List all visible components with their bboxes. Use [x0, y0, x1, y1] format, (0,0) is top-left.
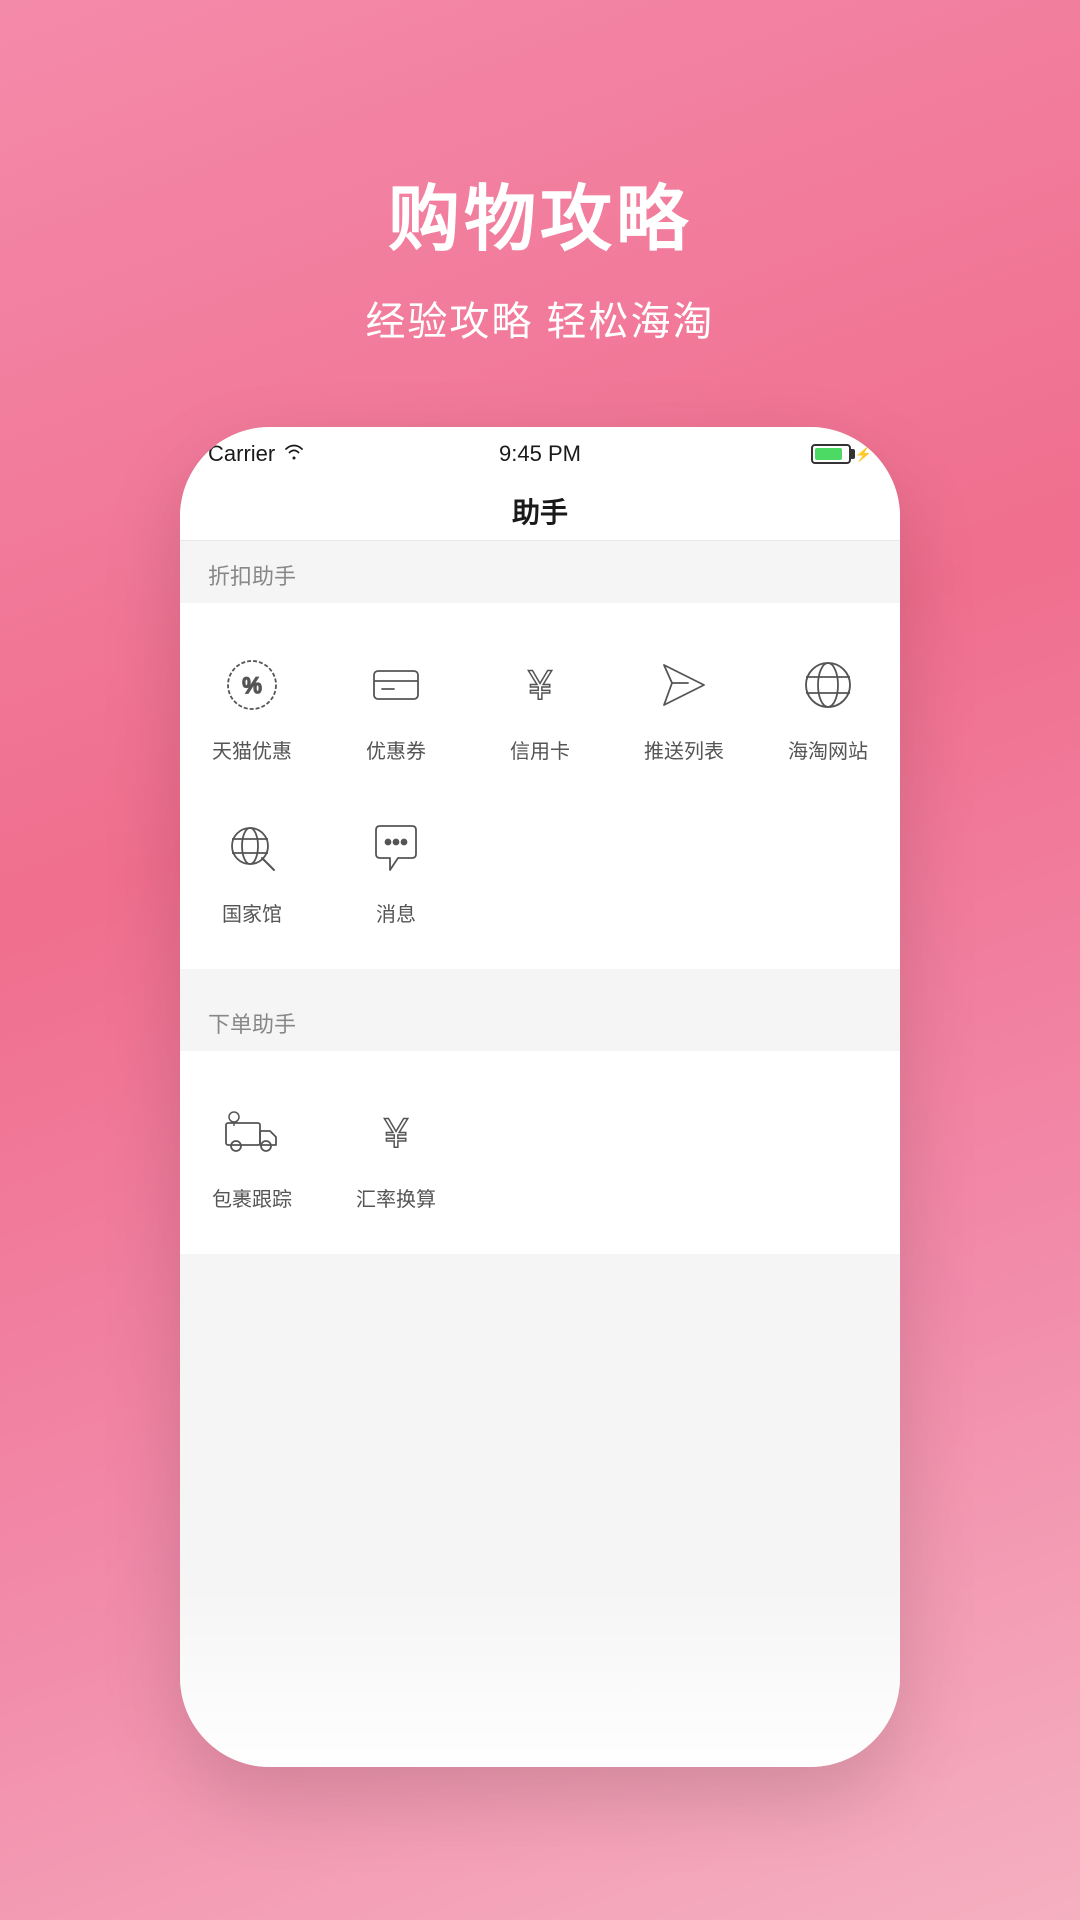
globe-icon: [792, 649, 864, 721]
push-label: 推送列表: [644, 735, 724, 764]
icon-item-exchange[interactable]: ¥ 汇率换算: [324, 1081, 468, 1224]
svg-text:%: %: [242, 673, 262, 698]
tmall-label: 天猫优惠: [212, 735, 292, 764]
coupon-label: 优惠券: [366, 735, 426, 764]
package-label: 包裹跟踪: [212, 1183, 292, 1212]
battery-icon: [811, 444, 851, 464]
wifi-icon: [283, 442, 305, 466]
bolt-icon: ⚡: [855, 446, 872, 463]
icon-item-creditcard[interactable]: ¥ 信用卡: [468, 633, 612, 776]
truck-icon: [216, 1097, 288, 1169]
yen-exchange-icon: ¥: [360, 1097, 432, 1169]
icon-item-push[interactable]: 推送列表: [612, 633, 756, 776]
status-bar: Carrier 9:45 PM ⚡: [180, 427, 900, 481]
svg-text:¥: ¥: [527, 661, 552, 708]
chat-icon: [360, 812, 432, 884]
icon-item-coupon[interactable]: 优惠券: [324, 633, 468, 776]
phone-screen: Carrier 9:45 PM ⚡ 助手: [180, 427, 900, 1767]
percent-tag-icon: %: [216, 649, 288, 721]
section-header-order: 下单助手: [180, 989, 900, 1051]
guoguan-label: 国家馆: [222, 898, 282, 927]
icon-item-message[interactable]: 消息: [324, 796, 468, 939]
haitao-label: 海淘网站: [788, 735, 868, 764]
section-label-discount: 折扣助手: [208, 564, 296, 589]
creditcard-label: 信用卡: [510, 735, 570, 764]
icon-section-discount-row1: % 天猫优惠 优惠券: [180, 603, 900, 969]
icon-item-package[interactable]: 包裹跟踪: [180, 1081, 324, 1224]
send-icon: [648, 649, 720, 721]
section-header-discount: 折扣助手: [180, 541, 900, 603]
icon-item-haitao[interactable]: 海淘网站: [756, 633, 900, 776]
sub-title: 经验攻略 轻松海淘: [365, 289, 714, 347]
icon-row-order: 包裹跟踪 ¥ 汇率换算: [180, 1071, 900, 1234]
status-carrier: Carrier: [208, 441, 305, 467]
icon-row-1: % 天猫优惠 优惠券: [180, 623, 900, 786]
globe-search-icon: [216, 812, 288, 884]
icon-item-tmall[interactable]: % 天猫优惠: [180, 633, 324, 776]
yen-icon: ¥: [504, 649, 576, 721]
icon-row-2: 国家馆 消息: [180, 786, 900, 949]
phone-mockup: Carrier 9:45 PM ⚡ 助手: [180, 427, 900, 1767]
message-label: 消息: [376, 898, 416, 927]
main-title: 购物攻略: [365, 160, 714, 265]
exchange-label: 汇率换算: [356, 1183, 436, 1212]
card-icon: [360, 649, 432, 721]
status-battery: ⚡: [811, 444, 872, 464]
battery-fill: [815, 448, 842, 460]
app-content: 折扣助手 % 天猫优惠: [180, 541, 900, 1767]
icon-section-order: 包裹跟踪 ¥ 汇率换算: [180, 1051, 900, 1254]
icon-item-guoguan[interactable]: 国家馆: [180, 796, 324, 939]
status-time: 9:45 PM: [499, 441, 581, 467]
section-gap: [180, 969, 900, 989]
carrier-text: Carrier: [208, 441, 275, 467]
nav-title-text: 助手: [512, 491, 568, 531]
nav-title: 助手: [180, 481, 900, 541]
header-section: 购物攻略 经验攻略 轻松海淘: [365, 160, 714, 347]
svg-text:¥: ¥: [383, 1109, 408, 1156]
section-label-order: 下单助手: [208, 1012, 296, 1037]
